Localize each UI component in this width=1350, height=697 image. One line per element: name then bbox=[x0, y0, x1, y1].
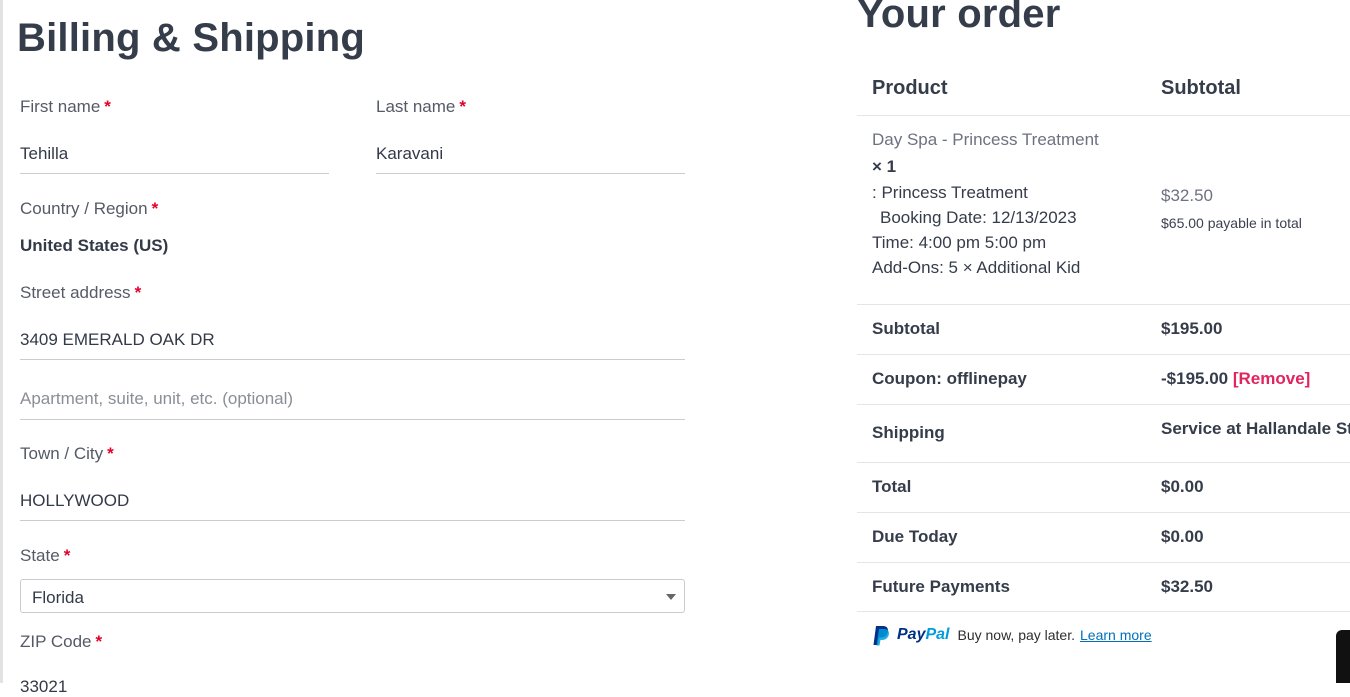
required-mark: * bbox=[134, 283, 142, 302]
first-name-value: Tehilla bbox=[20, 144, 69, 163]
city-label: Town / City * bbox=[20, 444, 114, 464]
divider bbox=[857, 115, 1350, 116]
subtotal-value: $195.00 bbox=[1161, 319, 1223, 338]
column-header-product: Product bbox=[872, 77, 948, 99]
first-name-label: First name * bbox=[20, 97, 111, 117]
state-selected-value: Florida bbox=[32, 588, 84, 607]
required-mark: * bbox=[104, 97, 111, 116]
learn-more-link[interactable]: Learn more bbox=[1080, 627, 1152, 643]
state-label-text: State bbox=[20, 546, 60, 565]
state-select[interactable]: Florida bbox=[20, 579, 685, 613]
shipping-value: Service at Hallandale Store bbox=[1161, 419, 1350, 438]
zip-label: ZIP Code * bbox=[20, 632, 102, 652]
paypal-logo-pay: Pay bbox=[897, 626, 926, 643]
remove-coupon-link[interactable]: [Remove] bbox=[1233, 369, 1310, 388]
required-mark: * bbox=[459, 97, 467, 116]
city-value: HOLLYWOOD bbox=[20, 491, 130, 510]
required-mark: * bbox=[95, 632, 103, 651]
country-label-text: Country / Region bbox=[20, 199, 148, 218]
chat-widget-button[interactable] bbox=[1336, 630, 1350, 683]
divider bbox=[857, 304, 1350, 305]
paypal-logo-text: PayPal bbox=[897, 626, 949, 644]
last-name-label: Last name * bbox=[376, 97, 466, 117]
item-payable-total: $65.00 payable in total bbox=[1161, 215, 1302, 231]
coupon-value: -$195.00 bbox=[1161, 369, 1229, 388]
column-header-subtotal: Subtotal bbox=[1161, 77, 1241, 99]
first-name-label-text: First name bbox=[20, 97, 101, 116]
item-price: $32.50 bbox=[1161, 186, 1213, 205]
item-meta-time: Time: 4:00 pm 5:00 pm bbox=[872, 233, 1047, 252]
order-title: Your order bbox=[857, 0, 1061, 36]
due-today-label: Due Today bbox=[872, 527, 958, 546]
zip-value[interactable]: 33021 bbox=[20, 677, 67, 697]
divider bbox=[857, 354, 1350, 355]
total-value: $0.00 bbox=[1161, 477, 1204, 496]
country-value: United States (US) bbox=[20, 236, 169, 255]
country-label: Country / Region * bbox=[20, 199, 158, 219]
item-meta-addons: Add-Ons: 5 × Additional Kid bbox=[872, 258, 1081, 277]
street-address-value: 3409 EMERALD OAK DR bbox=[20, 330, 215, 349]
coupon-row-value: -$195.00 [Remove] bbox=[1161, 369, 1310, 389]
last-name-field[interactable]: Karavani bbox=[376, 132, 685, 174]
state-label: State * bbox=[20, 546, 70, 566]
divider bbox=[857, 611, 1350, 612]
last-name-label-text: Last name bbox=[376, 97, 456, 116]
total-label: Total bbox=[872, 477, 912, 496]
paypal-logo-pal: Pal bbox=[925, 626, 950, 643]
item-meta-booking-date: Booking Date: 12/13/2023 bbox=[880, 208, 1077, 227]
divider bbox=[857, 462, 1350, 463]
street-label: Street address * bbox=[20, 283, 141, 303]
future-payments-value: $32.50 bbox=[1161, 577, 1213, 596]
chevron-down-icon bbox=[666, 594, 676, 600]
apartment-placeholder: Apartment, suite, unit, etc. (optional) bbox=[20, 389, 294, 408]
zip-label-text: ZIP Code bbox=[20, 632, 92, 651]
shipping-label: Shipping bbox=[872, 423, 945, 442]
paypal-pay-later-message: PayPal Buy now, pay later. Learn more bbox=[872, 624, 1152, 646]
item-quantity: × 1 bbox=[872, 157, 897, 176]
coupon-label: Coupon: offlinepay bbox=[872, 369, 1027, 388]
street-address-field[interactable]: 3409 EMERALD OAK DR bbox=[20, 318, 685, 360]
paypal-icon bbox=[873, 625, 889, 645]
item-name: Day Spa - Princess Treatment bbox=[872, 130, 1099, 149]
page-left-border bbox=[0, 0, 3, 683]
required-mark: * bbox=[107, 444, 114, 463]
required-mark: * bbox=[151, 199, 159, 218]
future-payments-label: Future Payments bbox=[872, 577, 1010, 596]
city-label-text: Town / City bbox=[20, 444, 104, 463]
apartment-field[interactable]: Apartment, suite, unit, etc. (optional) bbox=[20, 378, 685, 420]
first-name-field[interactable]: Tehilla bbox=[20, 132, 329, 174]
item-meta-treatment: : Princess Treatment bbox=[872, 183, 1028, 202]
billing-title: Billing & Shipping bbox=[17, 16, 365, 60]
street-label-text: Street address bbox=[20, 283, 131, 302]
divider bbox=[857, 404, 1350, 405]
subtotal-label: Subtotal bbox=[872, 319, 940, 338]
city-field[interactable]: HOLLYWOOD bbox=[20, 479, 685, 521]
divider bbox=[857, 562, 1350, 563]
divider bbox=[857, 512, 1350, 513]
last-name-value: Karavani bbox=[376, 144, 444, 163]
paypal-message-text: Buy now, pay later. bbox=[957, 627, 1076, 643]
required-mark: * bbox=[63, 546, 71, 565]
due-today-value: $0.00 bbox=[1161, 527, 1204, 546]
